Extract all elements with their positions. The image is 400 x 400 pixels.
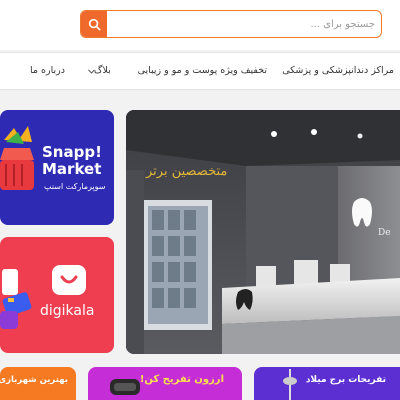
snapp-title-line2: Market [42,160,102,178]
smile-icon [60,275,78,284]
bottom-banner-milad-tower-label: تفریحات برج میلاد [305,375,386,385]
snapp-subtitle: سوپرمارکت اسنپ [44,182,106,191]
snapp-title-line1: Snapp! [42,143,102,161]
milad-tower-icon [283,369,297,400]
bottom-banner-amusement[interactable]: بهترین شهربازی ه [0,367,76,400]
search-button[interactable] [81,11,107,37]
page: { "search": { "placeholder": "جستجو برای… [0,0,400,400]
bottom-banner-amusement-label: بهترین شهربازی ه [0,375,68,385]
vr-headset-icon [110,379,140,395]
nav-item-about[interactable]: درباره ما [30,65,65,76]
digikala-banner[interactable]: digikala [0,237,114,353]
nav-blog-label: بلاگ [94,65,111,76]
hero-banner[interactable]: متخصصین برتر De [126,110,400,354]
header [0,0,400,50]
search-icon [88,18,101,31]
shopping-basket-icon [0,126,34,190]
search-input[interactable] [111,11,375,37]
nav-item-beauty-discount[interactable]: تخفیف ویژه پوست و مو و زیبایی [138,65,267,76]
hero-caption: متخصصین برتر [146,164,228,179]
search-box[interactable] [80,10,382,38]
snapp-market-banner[interactable]: Snapp! Market سوپرمارکت اسنپ [0,110,114,225]
chevron-down-icon[interactable] [88,69,95,74]
nav-item-medical-centers[interactable]: مراکز دندانپزشکی و پزشکی [282,65,394,76]
nav-item-blog[interactable]: بلاگ [94,65,111,76]
hero-image [126,110,400,354]
bottom-banner-cheap-fun-label: ارزون تفریح کن! [139,374,224,385]
hero-sign-text: De [378,228,391,238]
credit-card-icon [0,269,32,329]
main-nav: مراکز دندانپزشکی و پزشکی تخفیف ویژه پوست… [0,52,400,90]
bottom-banner-milad-tower[interactable]: تفریحات برج میلاد [254,367,400,400]
digikala-title: digikala [40,303,95,319]
bottom-banner-cheap-fun[interactable]: ارزون تفریح کن! [88,367,242,400]
digikala-bag-icon [52,265,86,295]
